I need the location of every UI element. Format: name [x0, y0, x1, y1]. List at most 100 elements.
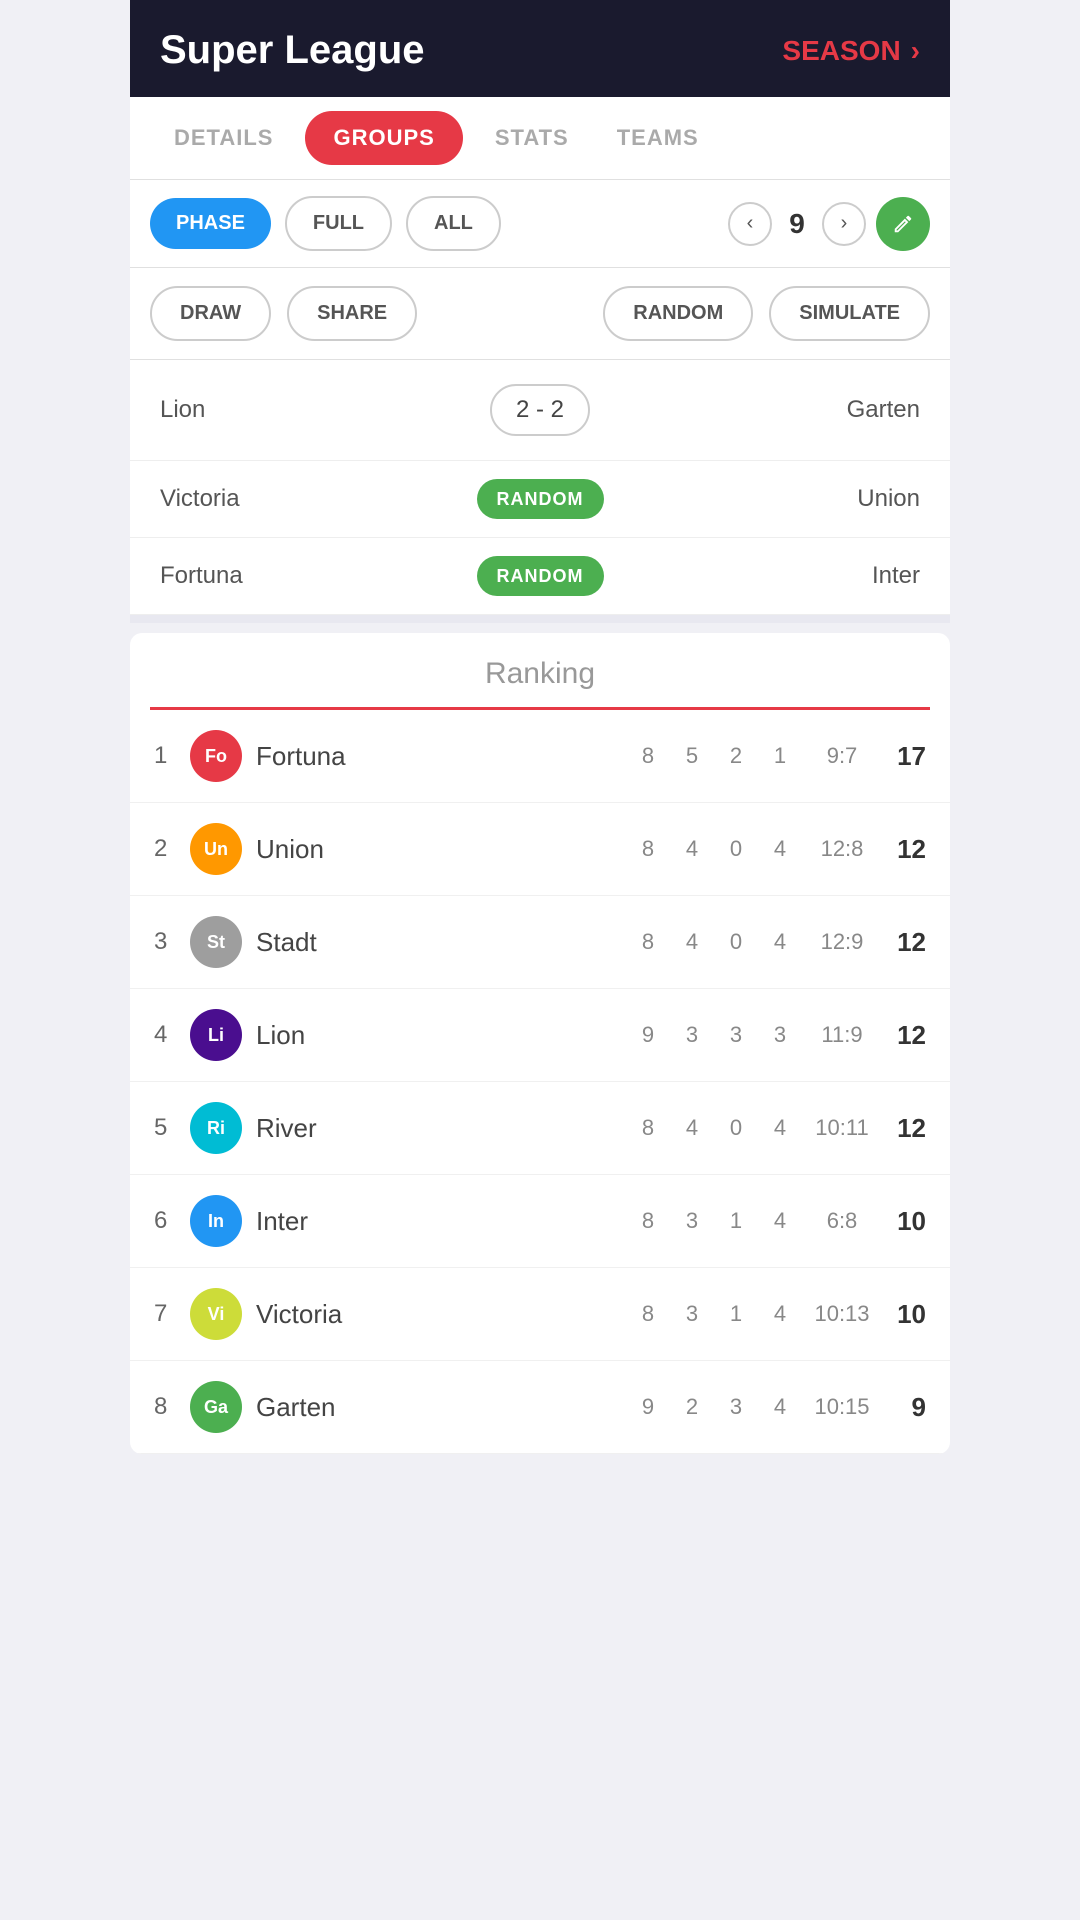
- stat-wins: 4: [670, 929, 714, 955]
- team-badge: Ri: [190, 1102, 242, 1154]
- match-3-score-box: RANDOM: [470, 566, 610, 587]
- stat-wins: 3: [670, 1022, 714, 1048]
- season-label: SEASON: [782, 35, 900, 67]
- tab-stats[interactable]: STATS: [471, 97, 593, 179]
- team-badge: Ga: [190, 1381, 242, 1433]
- team-name: River: [256, 1113, 626, 1144]
- match-3-home: Fortuna: [160, 562, 470, 590]
- team-name: Union: [256, 834, 626, 865]
- stat-wins: 2: [670, 1394, 714, 1420]
- match-3-away: Inter: [610, 562, 920, 590]
- stat-played: 9: [626, 1394, 670, 1420]
- ranking-row[interactable]: 2 Un Union 8 4 0 4 12:8 12: [130, 803, 950, 896]
- stat-played: 8: [626, 1115, 670, 1141]
- stat-played: 8: [626, 1208, 670, 1234]
- ranking-section: Ranking 1 Fo Fortuna 8 5 2 1 9:7 17 2 Un…: [130, 633, 950, 1454]
- ranking-row[interactable]: 4 Li Lion 9 3 3 3 11:9 12: [130, 989, 950, 1082]
- random-button[interactable]: RANDOM: [603, 286, 753, 341]
- match-3-random: RANDOM: [477, 556, 604, 596]
- stat-played: 8: [626, 743, 670, 769]
- stat-losses: 4: [758, 1301, 802, 1327]
- stat-points: 12: [882, 1113, 926, 1144]
- team-name: Lion: [256, 1020, 626, 1051]
- ranking-row[interactable]: 1 Fo Fortuna 8 5 2 1 9:7 17: [130, 710, 950, 803]
- stat-draws: 1: [714, 1208, 758, 1234]
- matches-section: Lion 2 - 2 Garten Victoria RANDOM Union …: [130, 360, 950, 623]
- rank-position: 4: [154, 1021, 190, 1049]
- stat-goals: 11:9: [802, 1022, 882, 1048]
- rank-position: 8: [154, 1393, 190, 1421]
- team-badge: In: [190, 1195, 242, 1247]
- tab-details[interactable]: DETAILS: [150, 97, 297, 179]
- team-name: Fortuna: [256, 741, 626, 772]
- match-1-away: Garten: [610, 396, 920, 424]
- stat-losses: 4: [758, 836, 802, 862]
- stat-draws: 1: [714, 1301, 758, 1327]
- ranking-row[interactable]: 6 In Inter 8 3 1 4 6:8 10: [130, 1175, 950, 1268]
- draw-button[interactable]: DRAW: [150, 286, 271, 341]
- stat-points: 17: [882, 741, 926, 772]
- stat-points: 12: [882, 1020, 926, 1051]
- ranking-title: Ranking: [130, 633, 950, 707]
- stat-points: 10: [882, 1206, 926, 1237]
- share-button[interactable]: SHARE: [287, 286, 417, 341]
- stat-goals: 12:9: [802, 929, 882, 955]
- stat-draws: 3: [714, 1394, 758, 1420]
- stat-draws: 0: [714, 1115, 758, 1141]
- tab-groups[interactable]: GROUPS: [305, 111, 462, 165]
- stat-goals: 10:13: [802, 1301, 882, 1327]
- prev-round-button[interactable]: ‹: [728, 202, 772, 246]
- team-badge: St: [190, 916, 242, 968]
- all-button[interactable]: ALL: [406, 196, 501, 251]
- team-badge: Fo: [190, 730, 242, 782]
- round-nav: ‹ 9 ›: [728, 197, 930, 251]
- match-1-home: Lion: [160, 396, 470, 424]
- stat-wins: 5: [670, 743, 714, 769]
- stat-wins: 4: [670, 1115, 714, 1141]
- action-row: DRAW SHARE RANDOM SIMULATE: [130, 268, 950, 360]
- stat-draws: 2: [714, 743, 758, 769]
- edit-button[interactable]: [876, 197, 930, 251]
- match-2-away: Union: [610, 485, 920, 513]
- rank-position: 3: [154, 928, 190, 956]
- match-row-2: Victoria RANDOM Union: [130, 461, 950, 538]
- round-number: 9: [782, 208, 812, 240]
- stat-losses: 4: [758, 1115, 802, 1141]
- ranking-row[interactable]: 8 Ga Garten 9 2 3 4 10:15 9: [130, 1361, 950, 1454]
- stat-played: 8: [626, 836, 670, 862]
- tab-teams[interactable]: TEAMS: [593, 97, 723, 179]
- stat-losses: 3: [758, 1022, 802, 1048]
- filter-row: PHASE FULL ALL ‹ 9 ›: [130, 180, 950, 268]
- stat-losses: 4: [758, 1394, 802, 1420]
- tab-bar: DETAILS GROUPS STATS TEAMS: [130, 97, 950, 180]
- rank-position: 6: [154, 1207, 190, 1235]
- simulate-button[interactable]: SIMULATE: [769, 286, 930, 341]
- team-name: Inter: [256, 1206, 626, 1237]
- app-title: Super League: [160, 28, 425, 73]
- season-button[interactable]: SEASON ›: [782, 35, 920, 67]
- match-row-3: Fortuna RANDOM Inter: [130, 538, 950, 615]
- rank-position: 1: [154, 742, 190, 770]
- stat-points: 9: [882, 1392, 926, 1423]
- chevron-right-icon: ›: [911, 35, 920, 67]
- full-button[interactable]: FULL: [285, 196, 392, 251]
- phase-button[interactable]: PHASE: [150, 198, 271, 249]
- team-badge: Li: [190, 1009, 242, 1061]
- rank-position: 7: [154, 1300, 190, 1328]
- team-name: Garten: [256, 1392, 626, 1423]
- stat-goals: 10:15: [802, 1394, 882, 1420]
- pencil-icon: [892, 213, 914, 235]
- stat-wins: 3: [670, 1301, 714, 1327]
- match-2-random: RANDOM: [477, 479, 604, 519]
- stat-losses: 1: [758, 743, 802, 769]
- stat-losses: 4: [758, 1208, 802, 1234]
- ranking-row[interactable]: 5 Ri River 8 4 0 4 10:11 12: [130, 1082, 950, 1175]
- next-round-button[interactable]: ›: [822, 202, 866, 246]
- stat-points: 10: [882, 1299, 926, 1330]
- ranking-row[interactable]: 3 St Stadt 8 4 0 4 12:9 12: [130, 896, 950, 989]
- match-2-score-box: RANDOM: [470, 489, 610, 510]
- ranking-row[interactable]: 7 Vi Victoria 8 3 1 4 10:13 10: [130, 1268, 950, 1361]
- stat-goals: 9:7: [802, 743, 882, 769]
- stat-points: 12: [882, 834, 926, 865]
- match-2-home: Victoria: [160, 485, 470, 513]
